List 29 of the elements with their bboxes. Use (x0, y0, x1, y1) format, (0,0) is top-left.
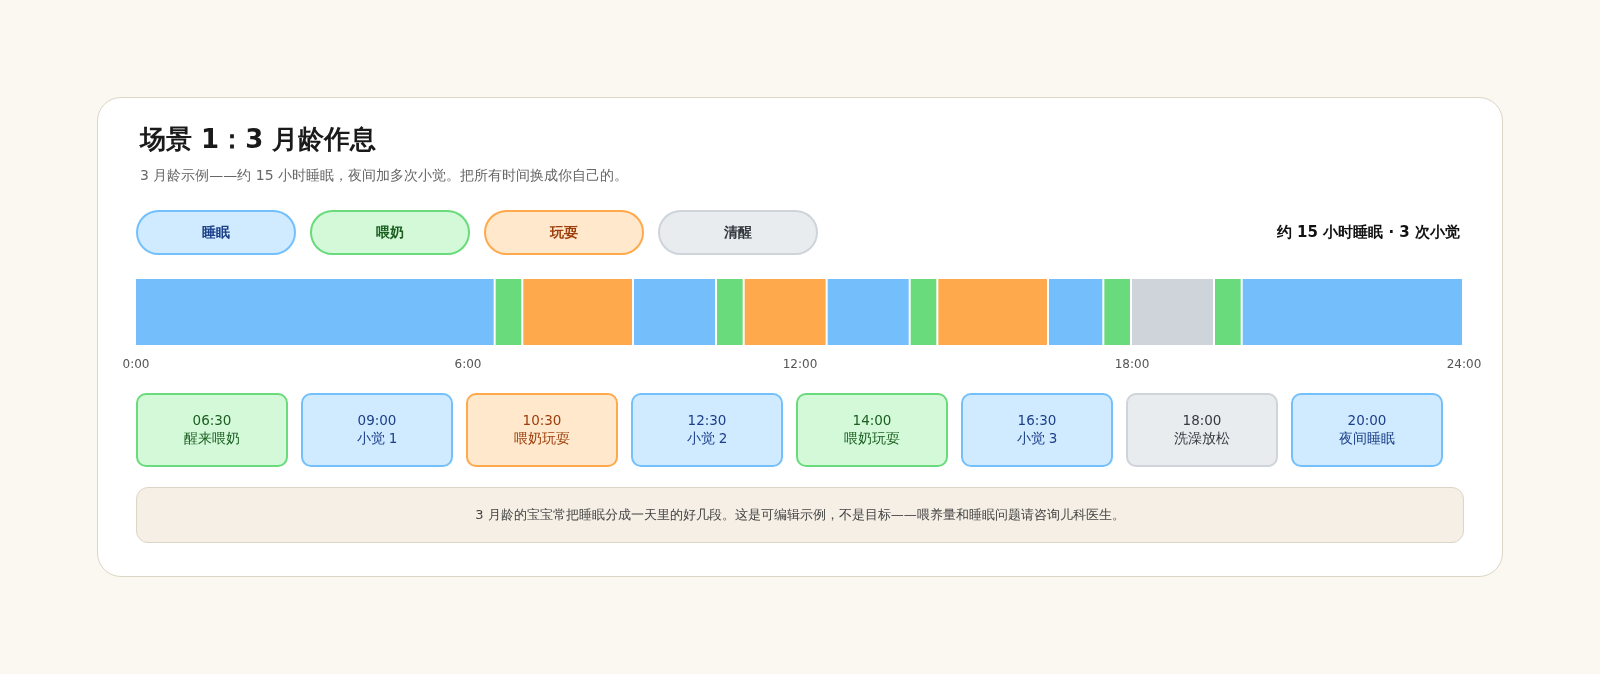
event-label: 小觉 1 (356, 430, 398, 448)
sleep-summary: 约 15 小时睡眠 · 3 次小觉 (1276, 223, 1460, 242)
event-time: 16:30 (1017, 412, 1057, 430)
legend-pill: 睡眠 (136, 210, 296, 255)
legend-pill: 清醒 (658, 210, 818, 255)
event-time: 09:00 (357, 412, 397, 430)
event-label: 夜间睡眠 (1339, 430, 1395, 448)
card-title: 场景 1：3 月龄作息 (140, 123, 378, 156)
axis-tick-label: 6:00 (454, 357, 482, 371)
event-label: 醒来喂奶 (184, 430, 240, 448)
legend-pill: 喂奶 (310, 210, 470, 255)
event-time: 06:30 (192, 412, 232, 430)
event-label: 洗澡放松 (1174, 430, 1230, 448)
event-time: 18:00 (1182, 412, 1222, 430)
axis-tick-label: 24:00 (1446, 357, 1482, 371)
note-text: 3 月龄的宝宝常把睡眠分成一天里的好几段。这是可编辑示例，不是目标——喂养量和睡眠问题请咨询儿科医生。 (136, 487, 1464, 543)
axis-tick-label: 18:00 (1114, 357, 1150, 371)
axis-tick-label: 12:00 (782, 357, 818, 371)
event-time: 10:30 (522, 412, 562, 430)
card-subtitle: 3 月龄示例——约 15 小时睡眠，夜间加多次小觉。把所有时间换成你自己的。 (140, 167, 630, 185)
legend-pill: 玩耍 (484, 210, 644, 255)
axis-tick-label: 0:00 (122, 357, 150, 371)
event-label: 喂奶玩耍 (514, 430, 570, 448)
event-label: 小觉 2 (686, 430, 728, 448)
event-time: 14:00 (852, 412, 892, 430)
event-time: 12:30 (687, 412, 727, 430)
event-label: 小觉 3 (1016, 430, 1058, 448)
event-label: 喂奶玩耍 (844, 430, 900, 448)
event-time: 20:00 (1347, 412, 1387, 430)
